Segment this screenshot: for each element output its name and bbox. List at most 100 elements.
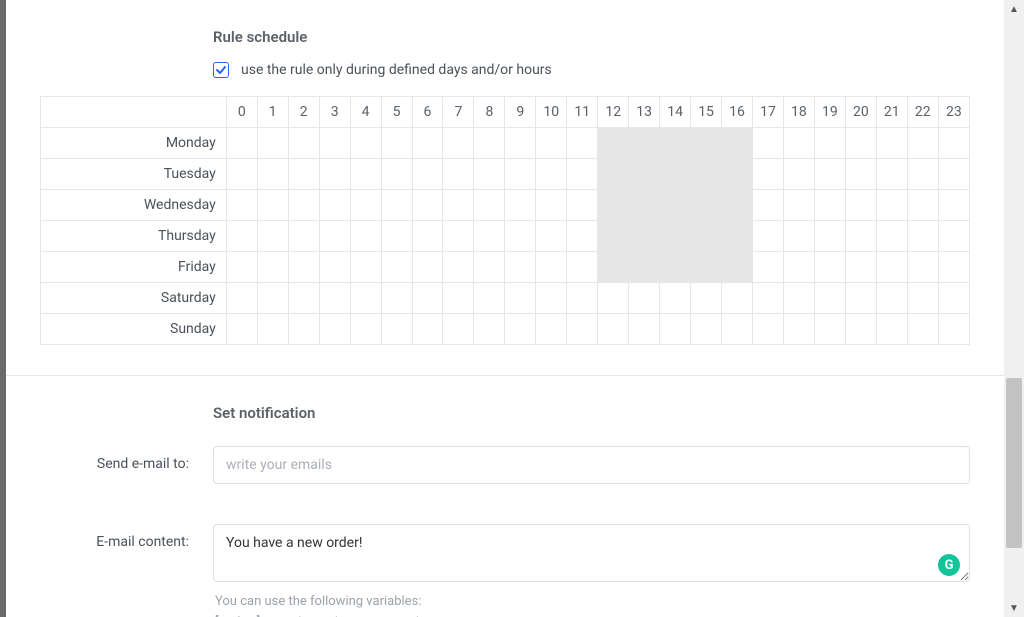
schedule-cell[interactable] [907, 190, 938, 221]
schedule-cell[interactable] [907, 252, 938, 283]
schedule-cell[interactable] [660, 252, 691, 283]
schedule-cell[interactable] [288, 283, 319, 314]
schedule-cell[interactable] [226, 283, 257, 314]
schedule-cell[interactable] [226, 128, 257, 159]
schedule-cell[interactable] [876, 314, 907, 345]
schedule-cell[interactable] [443, 190, 474, 221]
schedule-cell[interactable] [536, 128, 567, 159]
schedule-cell[interactable] [814, 252, 845, 283]
scroll-up-arrow[interactable]: ▲ [1004, 0, 1024, 18]
schedule-cell[interactable] [412, 314, 443, 345]
schedule-cell[interactable] [598, 252, 629, 283]
schedule-cell[interactable] [814, 128, 845, 159]
schedule-cell[interactable] [722, 252, 753, 283]
schedule-cell[interactable] [876, 128, 907, 159]
schedule-cell[interactable] [660, 190, 691, 221]
schedule-cell[interactable] [598, 128, 629, 159]
schedule-cell[interactable] [536, 159, 567, 190]
schedule-cell[interactable] [629, 221, 660, 252]
schedule-cell[interactable] [536, 221, 567, 252]
schedule-cell[interactable] [443, 221, 474, 252]
schedule-cell[interactable] [783, 128, 814, 159]
send-to-input[interactable] [213, 446, 970, 484]
grammarly-icon[interactable]: G [938, 554, 960, 576]
schedule-cell[interactable] [505, 159, 536, 190]
schedule-cell[interactable] [412, 128, 443, 159]
schedule-cell[interactable] [907, 221, 938, 252]
schedule-cell[interactable] [753, 159, 784, 190]
scroll-thumb[interactable] [1006, 378, 1022, 548]
schedule-cell[interactable] [691, 159, 722, 190]
schedule-cell[interactable] [629, 128, 660, 159]
schedule-cell[interactable] [443, 128, 474, 159]
schedule-cell[interactable] [257, 159, 288, 190]
schedule-cell[interactable] [753, 252, 784, 283]
schedule-cell[interactable] [814, 190, 845, 221]
schedule-cell[interactable] [288, 252, 319, 283]
schedule-cell[interactable] [907, 283, 938, 314]
schedule-cell[interactable] [381, 190, 412, 221]
schedule-cell[interactable] [412, 221, 443, 252]
schedule-cell[interactable] [876, 159, 907, 190]
schedule-cell[interactable] [660, 283, 691, 314]
schedule-cell[interactable] [783, 252, 814, 283]
schedule-cell[interactable] [443, 252, 474, 283]
schedule-cell[interactable] [257, 314, 288, 345]
schedule-cell[interactable] [876, 221, 907, 252]
schedule-cell[interactable] [938, 314, 969, 345]
schedule-checkbox[interactable] [213, 62, 229, 78]
schedule-cell[interactable] [319, 252, 350, 283]
schedule-cell[interactable] [814, 221, 845, 252]
schedule-cell[interactable] [474, 159, 505, 190]
schedule-cell[interactable] [350, 159, 381, 190]
schedule-cell[interactable] [288, 314, 319, 345]
schedule-cell[interactable] [722, 128, 753, 159]
schedule-cell[interactable] [876, 283, 907, 314]
schedule-cell[interactable] [783, 190, 814, 221]
schedule-cell[interactable] [350, 221, 381, 252]
schedule-cell[interactable] [443, 159, 474, 190]
schedule-cell[interactable] [288, 221, 319, 252]
schedule-cell[interactable] [845, 221, 876, 252]
schedule-cell[interactable] [938, 283, 969, 314]
schedule-cell[interactable] [938, 128, 969, 159]
schedule-cell[interactable] [691, 190, 722, 221]
schedule-cell[interactable] [536, 283, 567, 314]
schedule-cell[interactable] [381, 314, 412, 345]
schedule-cell[interactable] [567, 128, 598, 159]
schedule-cell[interactable] [412, 190, 443, 221]
schedule-cell[interactable] [536, 190, 567, 221]
schedule-cell[interactable] [505, 190, 536, 221]
schedule-cell[interactable] [845, 190, 876, 221]
schedule-cell[interactable] [257, 190, 288, 221]
schedule-cell[interactable] [474, 190, 505, 221]
schedule-cell[interactable] [907, 159, 938, 190]
schedule-cell[interactable] [226, 314, 257, 345]
schedule-cell[interactable] [412, 252, 443, 283]
schedule-cell[interactable] [350, 128, 381, 159]
schedule-cell[interactable] [536, 314, 567, 345]
schedule-cell[interactable] [474, 314, 505, 345]
schedule-cell[interactable] [598, 159, 629, 190]
schedule-cell[interactable] [319, 314, 350, 345]
schedule-cell[interactable] [691, 128, 722, 159]
schedule-cell[interactable] [660, 159, 691, 190]
schedule-cell[interactable] [257, 252, 288, 283]
schedule-cell[interactable] [350, 190, 381, 221]
schedule-cell[interactable] [722, 190, 753, 221]
schedule-cell[interactable] [257, 283, 288, 314]
schedule-cell[interactable] [783, 283, 814, 314]
schedule-cell[interactable] [783, 314, 814, 345]
schedule-cell[interactable] [660, 128, 691, 159]
schedule-cell[interactable] [660, 314, 691, 345]
schedule-cell[interactable] [691, 314, 722, 345]
schedule-cell[interactable] [381, 159, 412, 190]
schedule-cell[interactable] [505, 252, 536, 283]
schedule-cell[interactable] [474, 128, 505, 159]
schedule-cell[interactable] [226, 190, 257, 221]
schedule-cell[interactable] [567, 252, 598, 283]
schedule-cell[interactable] [629, 159, 660, 190]
schedule-cell[interactable] [845, 128, 876, 159]
schedule-cell[interactable] [288, 190, 319, 221]
schedule-cell[interactable] [722, 314, 753, 345]
